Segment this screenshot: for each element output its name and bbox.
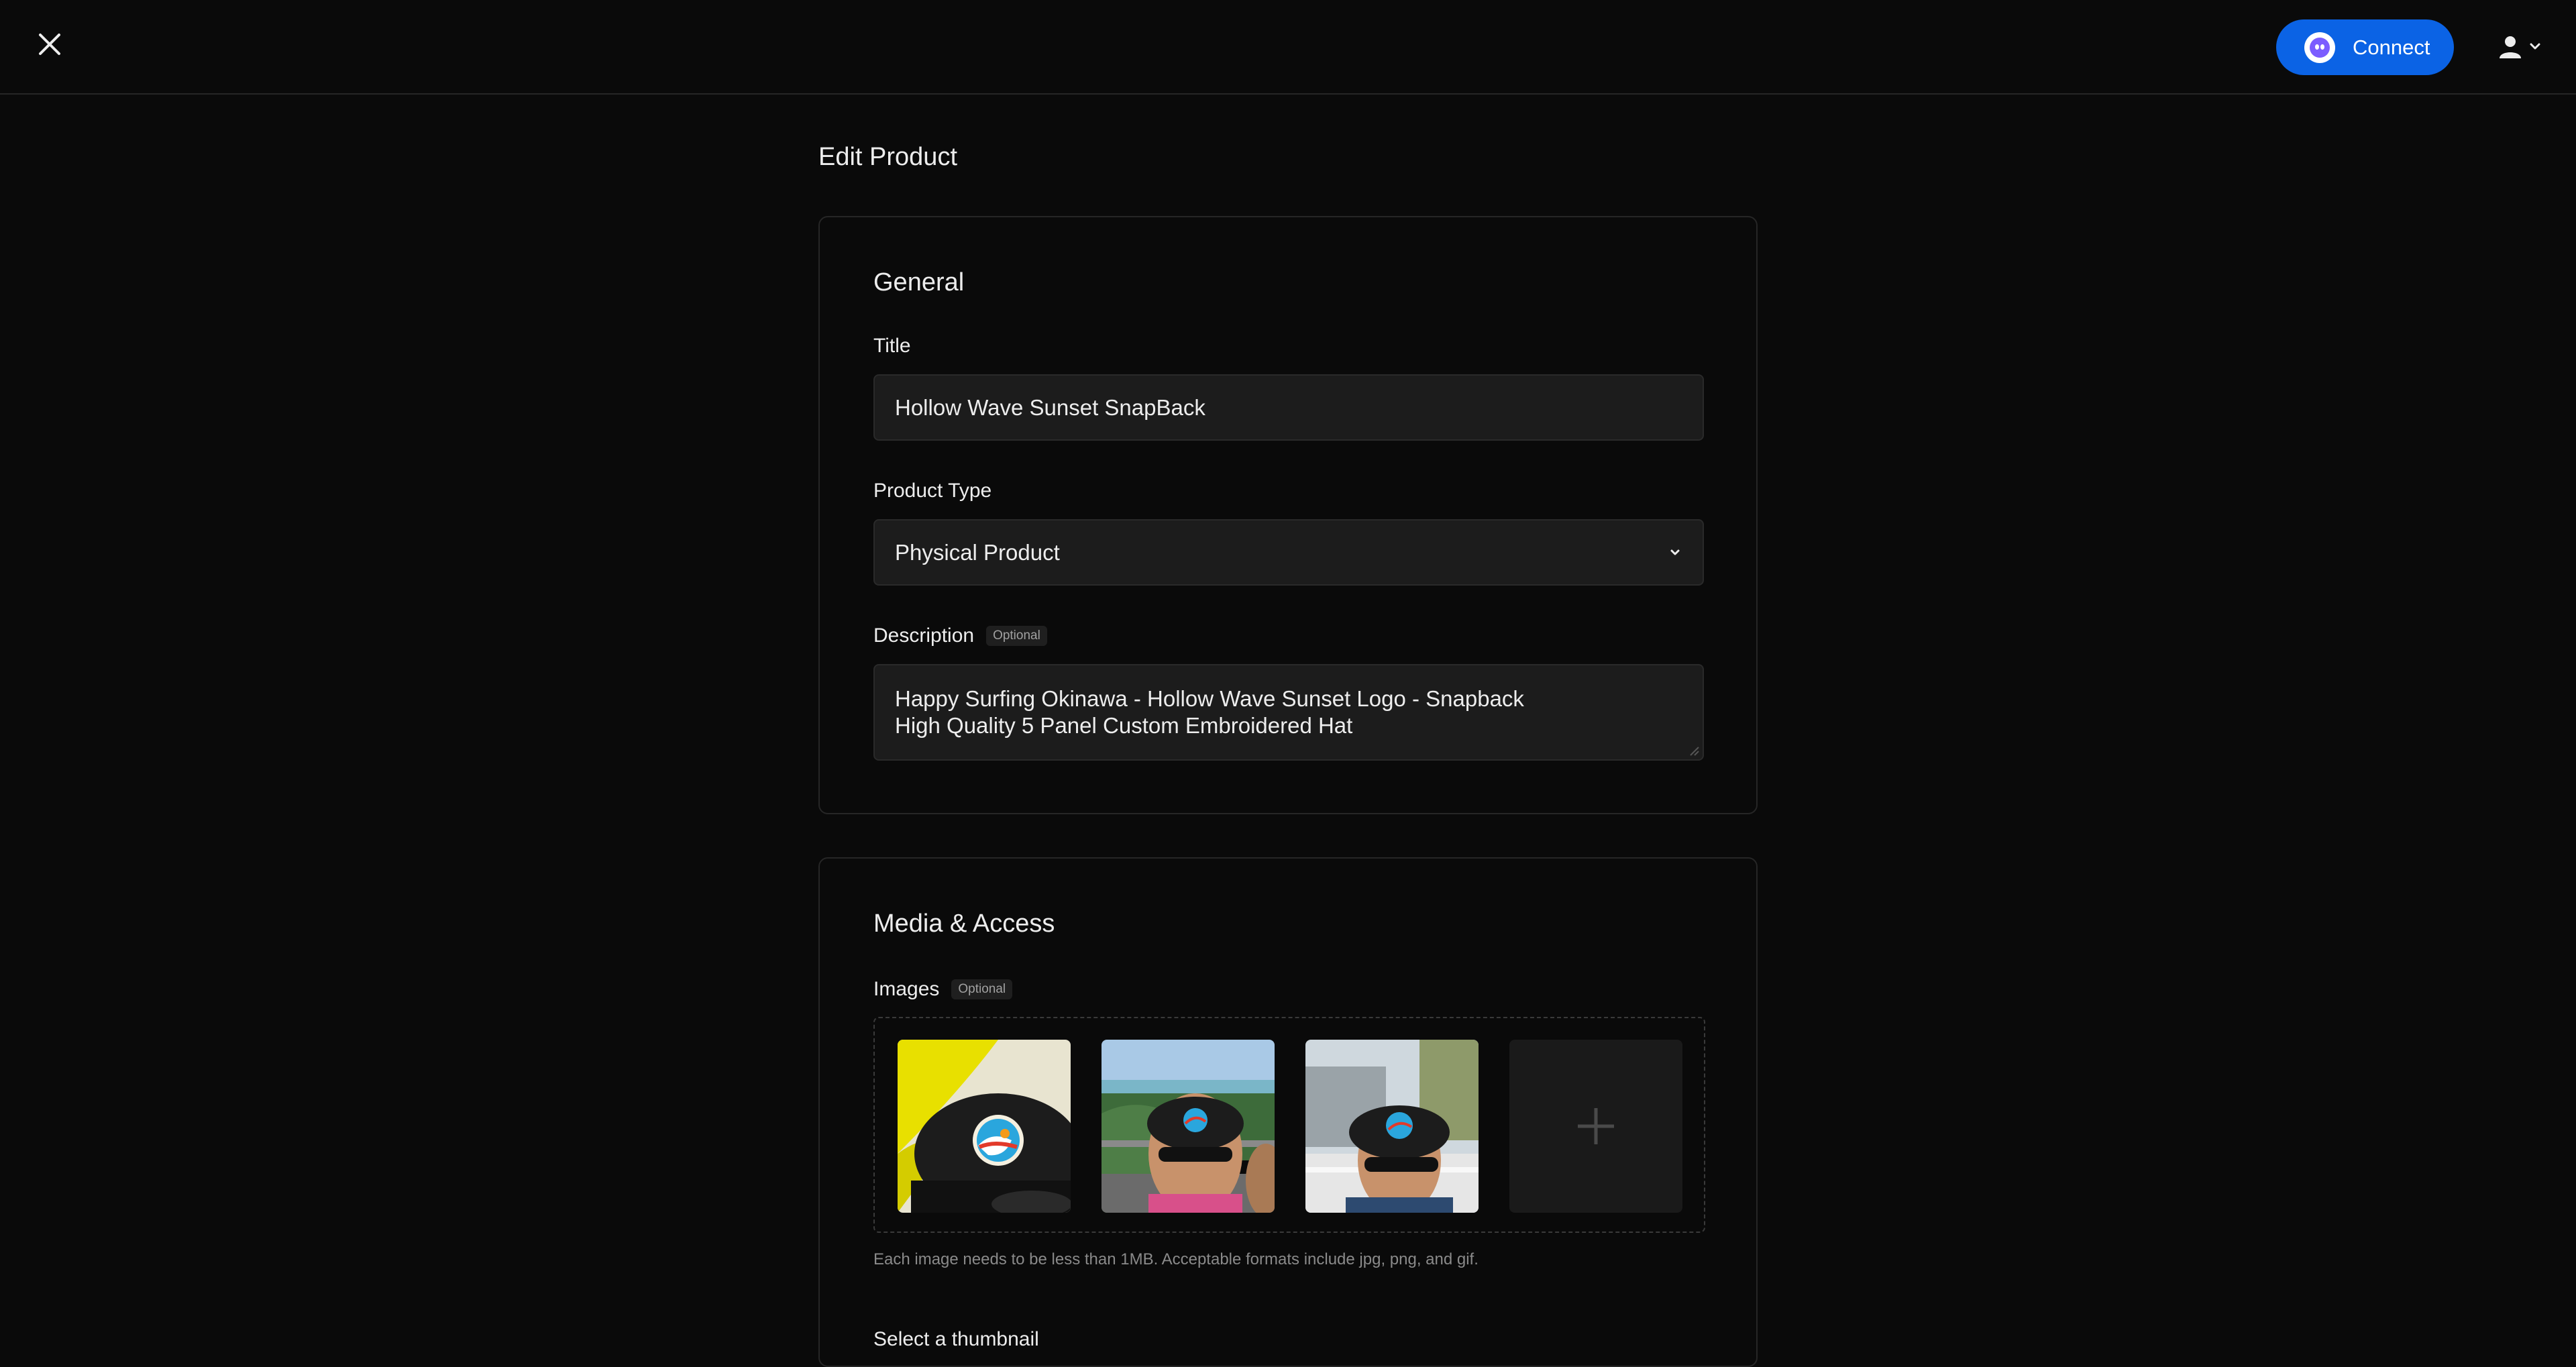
product-image-2[interactable] <box>1102 1040 1275 1213</box>
images-label: Images Optional <box>873 978 1013 1001</box>
images-dropzone[interactable] <box>873 1017 1705 1233</box>
close-icon <box>39 34 60 55</box>
chevron-down-icon <box>2530 43 2540 50</box>
title-label: Title <box>873 335 911 358</box>
product-image-1[interactable] <box>898 1040 1071 1213</box>
title-input-value: Hollow Wave Sunset SnapBack <box>895 394 1205 420</box>
images-help-text: Each image needs to be less than 1MB. Ac… <box>873 1250 1479 1268</box>
optional-badge: Optional <box>986 626 1047 646</box>
description-label: Description Optional <box>873 624 1047 647</box>
plus-icon <box>1578 1108 1614 1144</box>
resize-grip-icon[interactable] <box>1688 745 1700 757</box>
description-textarea[interactable]: Happy Surfing Okinawa - Hollow Wave Suns… <box>873 664 1704 761</box>
connect-button[interactable]: Connect <box>2276 19 2454 75</box>
product-type-select[interactable]: Physical Product <box>873 519 1704 586</box>
product-type-label: Product Type <box>873 480 991 502</box>
user-menu[interactable] <box>2497 30 2545 63</box>
top-bar: Connect <box>0 0 2576 95</box>
chevron-down-icon <box>1670 549 1680 555</box>
media-access-card: Media & Access Images Optional Each imag… <box>818 857 1758 1367</box>
section-title-media: Media & Access <box>873 910 1055 938</box>
connect-button-label: Connect <box>2353 35 2430 59</box>
ghost-icon <box>2304 32 2335 63</box>
add-image-button[interactable] <box>1509 1040 1682 1213</box>
close-button[interactable] <box>35 30 64 59</box>
description-line-2: High Quality 5 Panel Custom Embroidered … <box>895 713 1353 738</box>
general-card: General Title Hollow Wave Sunset SnapBac… <box>818 216 1758 814</box>
images-label-text: Images <box>873 978 940 1000</box>
optional-badge: Optional <box>951 979 1013 999</box>
product-type-value: Physical Product <box>895 539 1060 565</box>
page-title: Edit Product <box>818 143 957 171</box>
description-line-1: Happy Surfing Okinawa - Hollow Wave Suns… <box>895 686 1524 711</box>
product-image-3[interactable] <box>1305 1040 1479 1213</box>
thumbnail-label: Select a thumbnail <box>873 1328 1039 1350</box>
section-title-general: General <box>873 268 965 296</box>
user-icon <box>2500 36 2521 58</box>
title-label-text: Title <box>873 335 911 357</box>
product-type-label-text: Product Type <box>873 480 992 502</box>
title-input[interactable]: Hollow Wave Sunset SnapBack <box>873 374 1704 441</box>
description-label-text: Description <box>873 624 975 647</box>
